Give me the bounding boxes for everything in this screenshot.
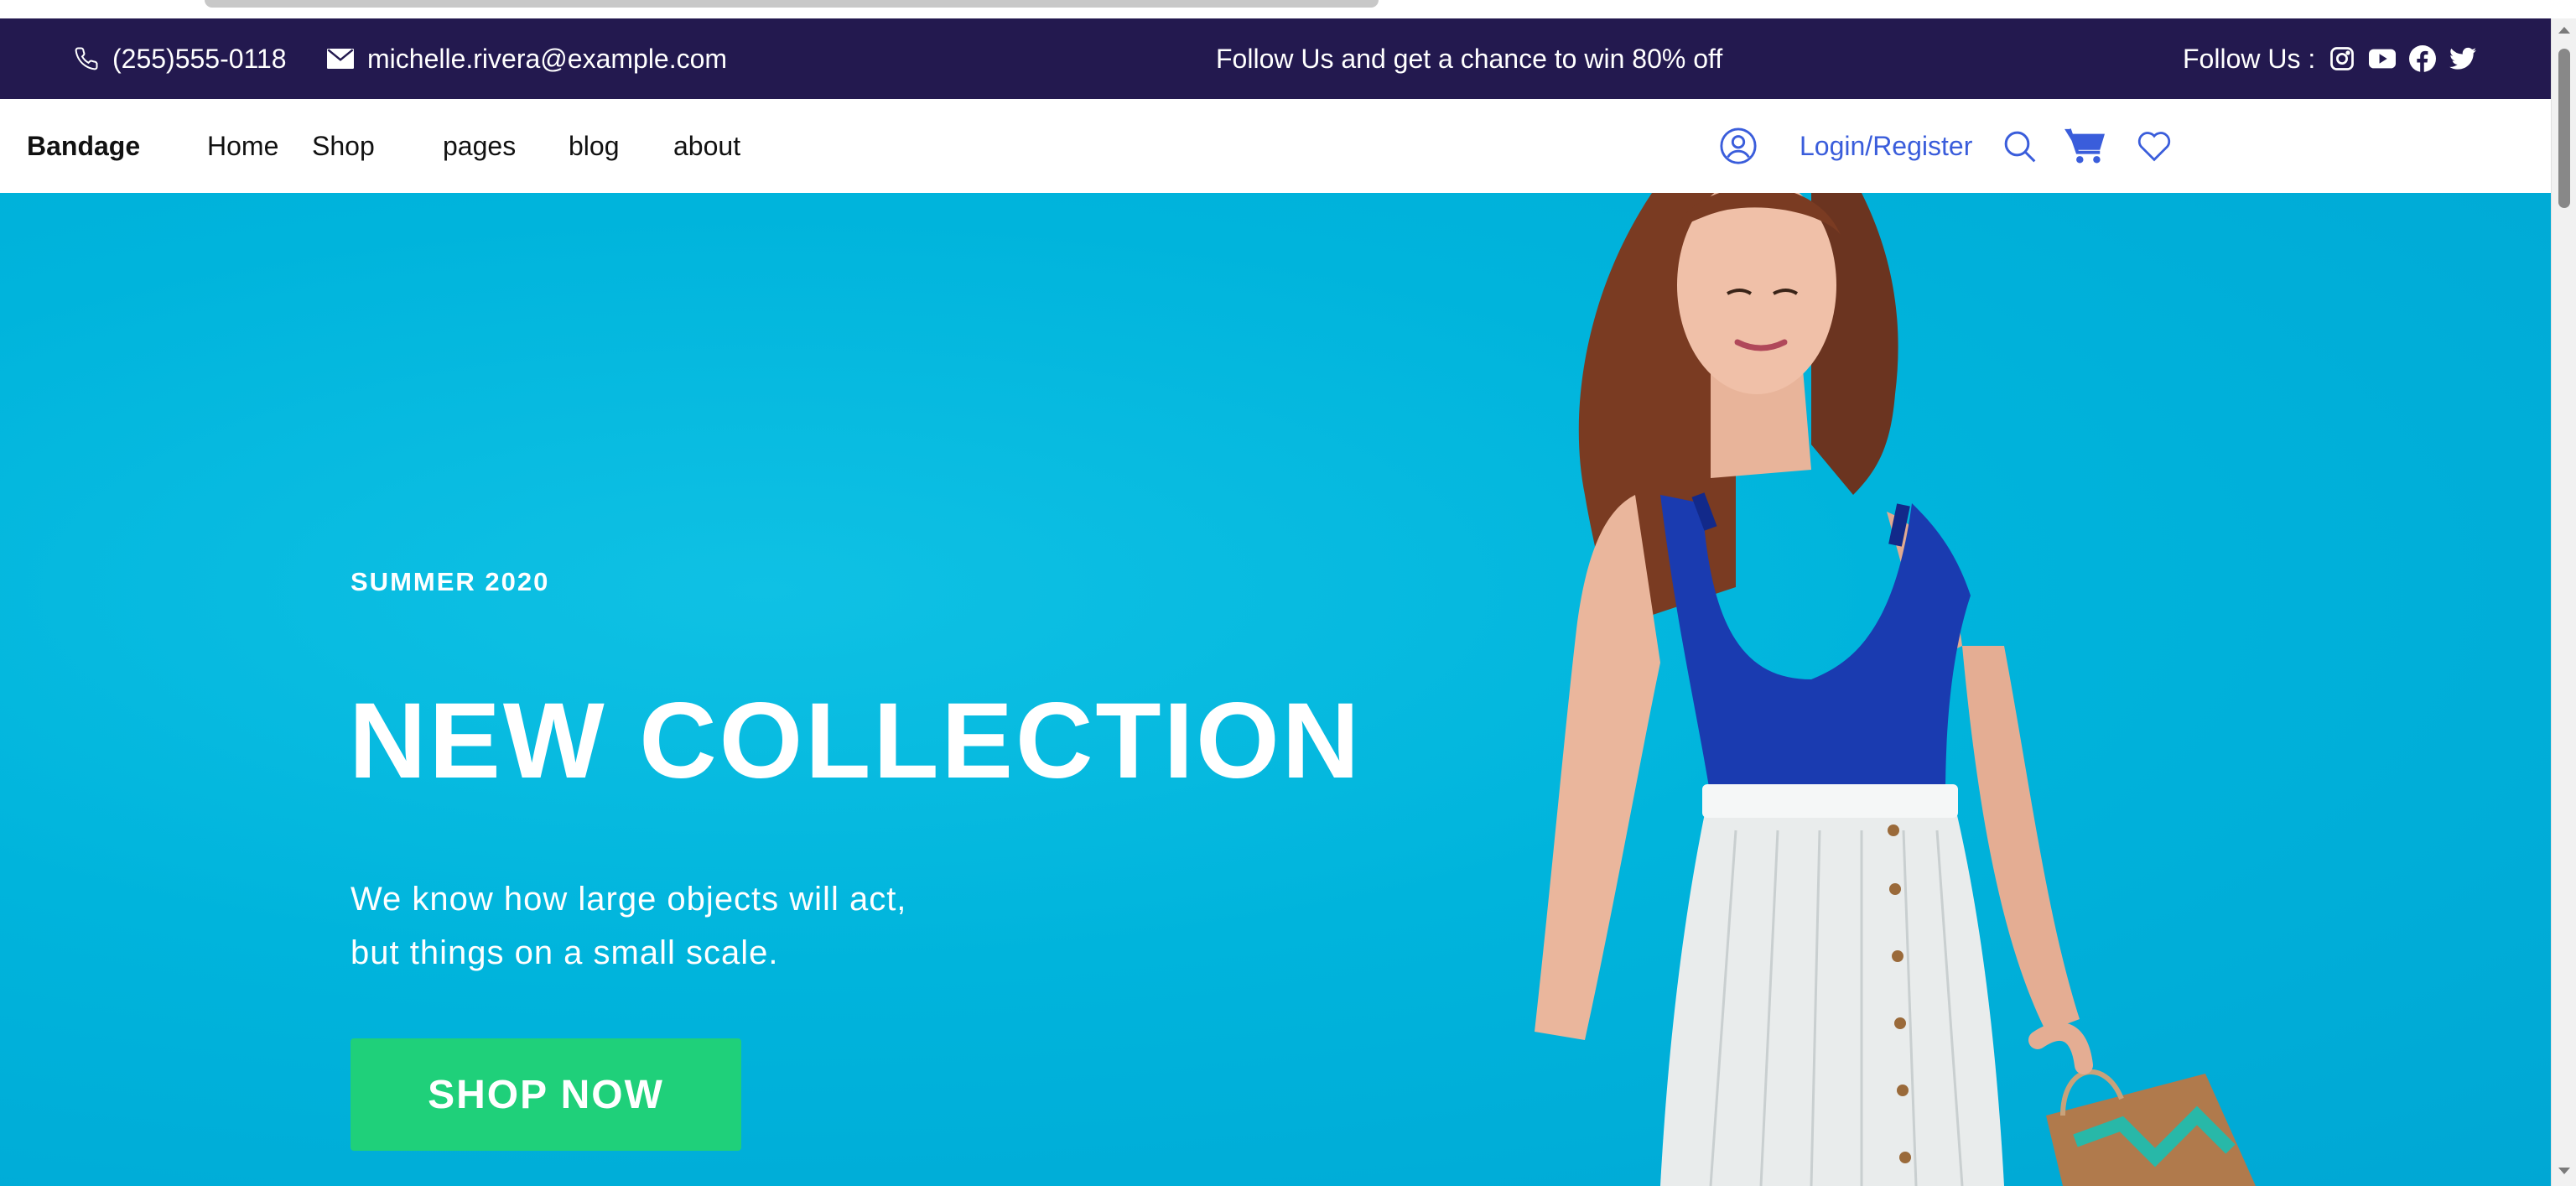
twitter-icon[interactable] bbox=[2449, 45, 2477, 72]
page-scrollbar[interactable] bbox=[2551, 18, 2576, 1186]
facebook-icon[interactable] bbox=[2409, 45, 2437, 72]
hero-description-line-2: but things on a small scale. bbox=[351, 934, 779, 971]
promo-text: Follow Us and get a chance to win 80% of… bbox=[1216, 43, 1723, 74]
nav-pages[interactable]: pages bbox=[443, 99, 516, 193]
nav-blog[interactable]: blog bbox=[569, 99, 620, 193]
hero-season: SUMMER 2020 bbox=[351, 567, 550, 596]
scroll-up-arrow-icon[interactable] bbox=[2558, 27, 2570, 34]
hero-description: We know how large objects will act, but … bbox=[351, 872, 1105, 980]
hero-model-image bbox=[1535, 193, 2256, 1186]
follow-label: Follow Us : bbox=[2183, 43, 2316, 74]
browser-scroll-indicator bbox=[205, 0, 1379, 8]
cart-icon[interactable] bbox=[2064, 99, 2106, 193]
scroll-thumb[interactable] bbox=[2558, 49, 2570, 208]
email-address: michelle.rivera@example.com bbox=[367, 43, 728, 74]
hero-headline: NEW COLLECTION bbox=[349, 681, 1363, 801]
user-icon[interactable] bbox=[1719, 99, 1758, 193]
login-register-label: Login/Register bbox=[1800, 130, 1973, 161]
phone-icon bbox=[75, 47, 98, 70]
nav-about[interactable]: about bbox=[673, 99, 740, 193]
follow-us: Follow Us : bbox=[2183, 18, 2490, 99]
instagram-icon[interactable] bbox=[2329, 45, 2355, 72]
brand-logo[interactable]: Bandage bbox=[27, 99, 140, 193]
phone-contact[interactable]: (255)555-0118 bbox=[74, 18, 287, 99]
hero-description-line-1: We know how large objects will act, bbox=[351, 881, 907, 918]
mail-icon bbox=[327, 49, 354, 69]
login-register-link[interactable]: Login/Register bbox=[1800, 99, 1972, 193]
top-info-bar: (255)555-0118 michelle.rivera@example.co… bbox=[0, 18, 2551, 99]
phone-number: (255)555-0118 bbox=[112, 43, 287, 74]
main-navbar: Bandage Home Shop pages blog about Login… bbox=[0, 99, 2551, 193]
shop-now-button[interactable]: SHOP NOW bbox=[351, 1038, 741, 1151]
heart-icon[interactable] bbox=[2137, 99, 2172, 193]
nav-home[interactable]: Home bbox=[207, 99, 278, 193]
email-contact[interactable]: michelle.rivera@example.com bbox=[327, 18, 727, 99]
youtube-icon[interactable] bbox=[2369, 45, 2397, 72]
scroll-down-arrow-icon[interactable] bbox=[2558, 1168, 2570, 1174]
nav-shop[interactable]: Shop bbox=[312, 99, 375, 193]
browser-top-strip bbox=[0, 0, 2576, 18]
hero-banner: SUMMER 2020 NEW COLLECTION We know how l… bbox=[0, 193, 2551, 1186]
search-icon[interactable] bbox=[2002, 99, 2036, 193]
